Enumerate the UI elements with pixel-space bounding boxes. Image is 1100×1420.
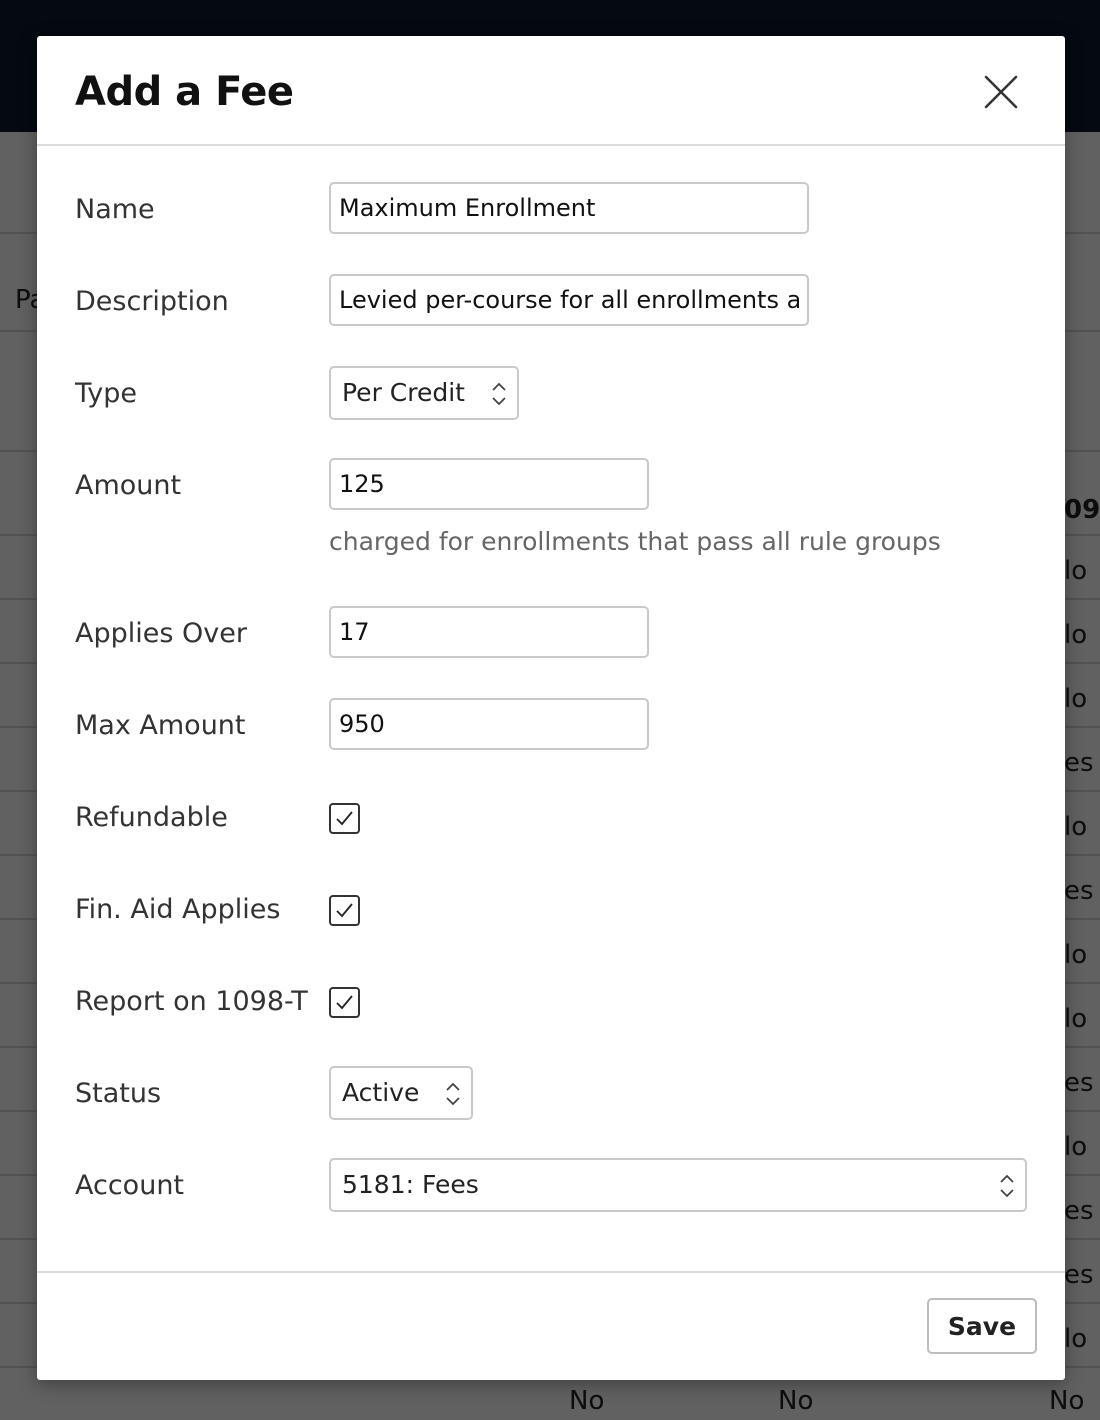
type-select[interactable]: Per Credit — [329, 366, 519, 420]
description-input[interactable] — [329, 274, 809, 326]
footer-divider — [37, 1271, 1065, 1273]
account-select-value: 5181: Fees — [342, 1170, 479, 1199]
amount-label: Amount — [75, 470, 182, 501]
add-fee-modal: Add a Fee Name Description Type Per Cred… — [37, 36, 1065, 1380]
close-button[interactable] — [981, 72, 1021, 112]
select-arrows-icon — [1000, 1174, 1014, 1198]
description-label: Description — [75, 286, 229, 317]
save-button[interactable]: Save — [927, 1298, 1037, 1354]
account-label: Account — [75, 1170, 185, 1201]
amount-input[interactable] — [329, 458, 649, 510]
header-divider — [37, 144, 1065, 146]
fin-aid-applies-checkbox[interactable] — [329, 895, 360, 926]
modal-title: Add a Fee — [75, 69, 294, 115]
select-arrows-icon — [492, 382, 506, 406]
report-1098t-checkbox[interactable] — [329, 987, 360, 1018]
checkmark-icon — [336, 811, 353, 826]
amount-help-text: charged for enrollments that pass all ru… — [329, 527, 941, 556]
fin-aid-applies-label: Fin. Aid Applies — [75, 894, 281, 925]
checkmark-icon — [336, 995, 353, 1010]
status-select[interactable]: Active — [329, 1066, 473, 1120]
applies-over-label: Applies Over — [75, 618, 247, 649]
checkmark-icon — [336, 903, 353, 918]
refundable-checkbox[interactable] — [329, 803, 360, 834]
refundable-label: Refundable — [75, 802, 228, 833]
name-label: Name — [75, 194, 155, 225]
modal-header: Add a Fee — [37, 36, 1065, 144]
status-select-value: Active — [342, 1078, 420, 1107]
type-select-value: Per Credit — [342, 378, 465, 407]
name-input[interactable] — [329, 182, 809, 234]
max-amount-label: Max Amount — [75, 710, 246, 741]
applies-over-input[interactable] — [329, 606, 649, 658]
status-label: Status — [75, 1078, 162, 1109]
select-arrows-icon — [446, 1082, 460, 1106]
report-1098t-label: Report on 1098-T — [75, 986, 308, 1017]
type-label: Type — [75, 378, 138, 409]
max-amount-input[interactable] — [329, 698, 649, 750]
close-icon — [984, 75, 1018, 109]
account-select[interactable]: 5181: Fees — [329, 1158, 1027, 1212]
